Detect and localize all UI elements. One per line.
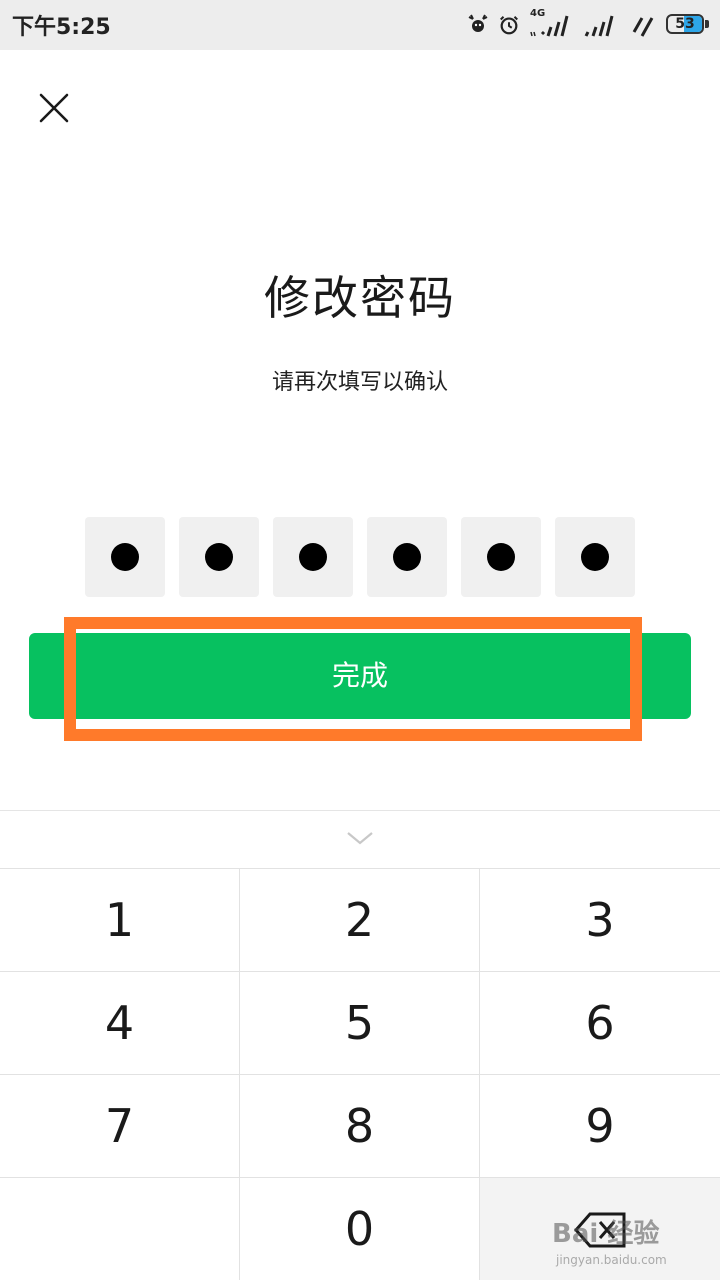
keypad-grid: 123 456 7890: [0, 868, 720, 1280]
alarm-clock-icon: [500, 16, 518, 35]
status-time: 下午5:25: [12, 15, 111, 40]
key-6[interactable]: 6: [480, 972, 720, 1075]
key-7[interactable]: 7: [0, 1075, 240, 1178]
pin-box: [273, 517, 353, 597]
key-1[interactable]: 1: [0, 869, 240, 972]
pin-box: [85, 517, 165, 597]
pin-dot: [205, 543, 233, 571]
key-0[interactable]: 0: [240, 1178, 480, 1280]
pin-dot: [393, 543, 421, 571]
pin-dot: [299, 543, 327, 571]
key-2[interactable]: 2: [240, 869, 480, 972]
close-icon: [39, 93, 69, 123]
deer-app-icon: [468, 14, 488, 32]
pin-box: [367, 517, 447, 597]
key-3[interactable]: 3: [480, 869, 720, 972]
key-8[interactable]: 8: [240, 1075, 480, 1178]
status-icons: 4G 53: [466, 8, 710, 40]
pin-box: [555, 517, 635, 597]
battery-cap: [705, 20, 709, 28]
key-empty: [0, 1178, 240, 1280]
battery-indicator: 53: [666, 14, 710, 36]
status-bar: 下午5:25 4G 53: [0, 0, 720, 50]
battery-level-text: 53: [675, 16, 695, 32]
key-delete[interactable]: [480, 1178, 720, 1280]
pin-box: [179, 517, 259, 597]
key-9[interactable]: 9: [480, 1075, 720, 1178]
pin-dot: [487, 543, 515, 571]
app-root: 下午5:25 4G 53 修改密码 请再次填写以确认 完成 1 2 3 4 5 …: [0, 0, 720, 1280]
close-button[interactable]: [32, 86, 76, 130]
pin-input[interactable]: [85, 517, 635, 597]
numeric-keyboard: 123 456 7890: [0, 810, 720, 1280]
signal-bars-icon: [530, 15, 569, 37]
key-4[interactable]: 4: [0, 972, 240, 1075]
pin-dot: [111, 543, 139, 571]
pin-dot: [581, 543, 609, 571]
wifi-icon: [632, 17, 654, 37]
signal-bars-icon-2: [584, 15, 614, 37]
backspace-icon: [574, 1212, 626, 1248]
mobile-signal-1: 4G: [528, 8, 574, 40]
chevron-down-icon: [347, 832, 373, 845]
keyboard-collapse-button[interactable]: [340, 827, 380, 851]
done-button[interactable]: 完成: [29, 633, 691, 719]
page-title: 修改密码: [264, 271, 456, 325]
pin-box: [461, 517, 541, 597]
page-subtitle: 请再次填写以确认: [271, 370, 448, 395]
key-5[interactable]: 5: [240, 972, 480, 1075]
